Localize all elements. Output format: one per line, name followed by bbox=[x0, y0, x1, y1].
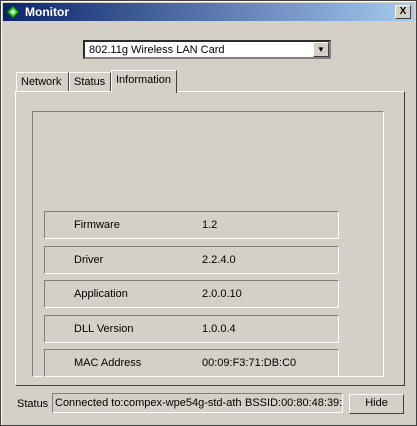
tab-label: Status bbox=[74, 76, 106, 88]
info-label: MAC Address bbox=[74, 357, 142, 369]
info-label: DLL Version bbox=[74, 323, 134, 335]
hide-button[interactable]: Hide bbox=[349, 394, 404, 414]
info-row-mac-address: MAC Address 00:09:F3:71:DB:C0 bbox=[44, 349, 339, 377]
info-label: Firmware bbox=[74, 219, 120, 231]
info-value: 2.2.4.0 bbox=[202, 254, 236, 266]
window-title: Monitor bbox=[25, 5, 69, 19]
tab-network[interactable]: Network bbox=[16, 72, 69, 92]
status-field: Connected to:compex-wpe54g-std-ath BSSID… bbox=[52, 393, 343, 413]
status-label: Status bbox=[17, 398, 49, 410]
bssid-status: BSSID:00:80:48:39: bbox=[245, 397, 343, 409]
info-row-firmware: Firmware 1.2 bbox=[44, 211, 339, 239]
green-diamond-icon bbox=[7, 6, 19, 18]
info-value: 1.0.0.4 bbox=[202, 323, 236, 335]
tab-information[interactable]: Information bbox=[111, 70, 177, 93]
info-row-application: Application 2.0.0.10 bbox=[44, 280, 339, 308]
adapter-select[interactable]: 802.11g Wireless LAN Card ▼ bbox=[83, 40, 331, 59]
connection-status: Connected to:compex-wpe54g-std-ath bbox=[55, 397, 242, 409]
information-panel: Firmware 1.2 Driver 2.2.4.0 Application … bbox=[15, 91, 405, 386]
close-icon: X bbox=[399, 6, 407, 17]
monitor-window: Monitor X 802.11g Wireless LAN Card ▼ Ne… bbox=[0, 0, 417, 426]
info-label: Application bbox=[74, 288, 128, 300]
tab-label: Information bbox=[116, 74, 172, 86]
info-row-dll-version: DLL Version 1.0.0.4 bbox=[44, 315, 339, 343]
title-bar[interactable]: Monitor X bbox=[3, 3, 414, 21]
info-row-driver: Driver 2.2.4.0 bbox=[44, 246, 339, 274]
info-label: Driver bbox=[74, 254, 104, 266]
info-value: 00:09:F3:71:DB:C0 bbox=[202, 357, 297, 369]
info-value: 2.0.0.10 bbox=[202, 288, 242, 300]
close-button[interactable]: X bbox=[395, 5, 411, 19]
adapter-select-value: 802.11g Wireless LAN Card bbox=[89, 44, 225, 56]
info-value: 1.2 bbox=[202, 219, 218, 231]
chevron-down-icon[interactable]: ▼ bbox=[313, 42, 329, 57]
tab-label: Network bbox=[21, 76, 62, 88]
tab-status[interactable]: Status bbox=[69, 72, 111, 92]
